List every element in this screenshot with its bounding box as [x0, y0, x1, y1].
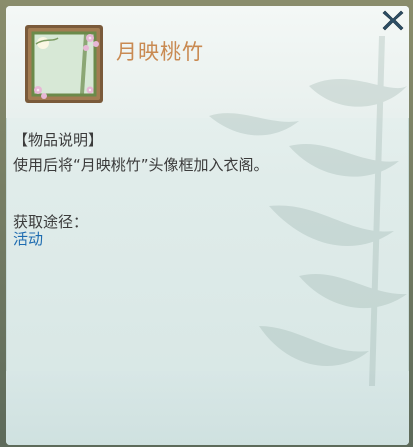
- close-icon[interactable]: [381, 8, 405, 32]
- item-tooltip-panel: 月映桃竹 【物品说明】 使用后将“月映桃竹”头像框加入衣阁。 获取途径： 活动: [6, 6, 409, 445]
- obtain-source-link[interactable]: 活动: [13, 228, 43, 249]
- description-heading: 【物品说明】: [13, 131, 104, 149]
- item-title: 月映桃竹: [116, 40, 204, 64]
- bamboo-moon-avatar-frame-icon: [25, 25, 103, 103]
- item-description: 使用后将“月映桃竹”头像框加入衣阁。: [13, 156, 269, 174]
- game-background: 月映桃竹 【物品说明】 使用后将“月映桃竹”头像框加入衣阁。 获取途径： 活动: [0, 0, 413, 447]
- item-icon: [24, 24, 104, 104]
- bamboo-watermark: [209, 36, 407, 386]
